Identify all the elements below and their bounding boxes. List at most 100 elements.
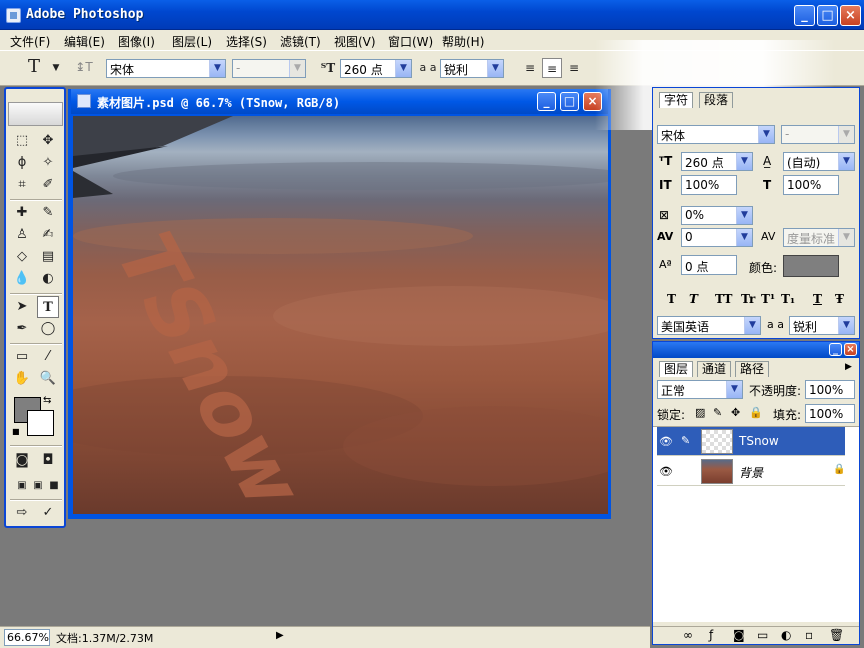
jump-to-imageready-icon[interactable]: ⇨	[11, 502, 33, 524]
char-font-family-select[interactable]: 宋体 ▼	[657, 125, 775, 144]
char-antialias-select[interactable]: 锐利 ▼	[789, 316, 855, 335]
char-size-select[interactable]: 260 点 ▼	[681, 152, 753, 171]
text-color-swatch[interactable]	[783, 255, 839, 277]
leading-select[interactable]: (自动) ▼	[783, 152, 855, 171]
dodge-tool-icon[interactable]: ◐	[37, 268, 59, 290]
menu-select[interactable]: 选择(S)	[226, 33, 267, 50]
tab-paths[interactable]: 路径	[735, 361, 770, 377]
orientation-toggle-icon[interactable]: ↨T	[74, 57, 94, 77]
hand-tool-icon[interactable]: ✋	[11, 368, 33, 390]
marquee-tool-icon[interactable]: ⬚	[11, 130, 33, 152]
lock-transparency-icon[interactable]: ▨	[695, 406, 705, 419]
lock-position-icon[interactable]: ✥	[731, 406, 740, 419]
layer-thumbnail[interactable]	[701, 459, 733, 484]
quick-mask-icon[interactable]: ◘	[37, 449, 59, 471]
add-style-icon[interactable]: ƒ	[709, 628, 713, 642]
maximize-button[interactable]: □	[817, 5, 838, 26]
minimize-button[interactable]: _	[794, 5, 815, 26]
type-tool-icon[interactable]: T	[37, 296, 59, 318]
eraser-tool-icon[interactable]: ◇	[11, 246, 33, 268]
char-font-style-select[interactable]: - ▼	[781, 125, 855, 144]
edit-in-imageready-icon[interactable]: ✓	[37, 502, 59, 524]
pen-tool-icon[interactable]: ✒	[11, 318, 33, 340]
feather-logo-icon[interactable]	[8, 102, 63, 126]
layer-thumbnail[interactable]	[701, 429, 733, 454]
language-select[interactable]: 美国英语 ▼	[657, 316, 761, 335]
preset-dropdown-arrow-icon[interactable]: ▼	[46, 58, 66, 78]
vertical-scale-field[interactable]: 100%	[681, 175, 737, 195]
tab-layers[interactable]: 图层	[659, 361, 694, 377]
doc-maximize-button[interactable]: □	[560, 92, 579, 111]
tab-channels[interactable]: 通道	[697, 361, 732, 377]
lock-all-icon[interactable]: 🔒	[749, 406, 763, 419]
link-layers-icon[interactable]: ∞	[683, 628, 693, 642]
font-family-select[interactable]: 宋体 ▼	[106, 59, 226, 78]
menu-window[interactable]: 窗口(W)	[388, 33, 433, 50]
default-colors-icon[interactable]: ■	[12, 427, 20, 436]
doc-minimize-button[interactable]: _	[537, 92, 556, 111]
subscript-button[interactable]: T₁	[781, 292, 795, 306]
tsume-select[interactable]: 0% ▼	[681, 206, 753, 225]
superscript-button[interactable]: T¹	[761, 292, 775, 306]
gradient-tool-icon[interactable]: ▤	[37, 246, 59, 268]
path-selection-icon[interactable]: ➤	[11, 296, 33, 318]
font-size-select[interactable]: 260 点 ▼	[340, 59, 412, 78]
strikethrough-button[interactable]: Ŧ	[835, 292, 844, 306]
crop-tool-icon[interactable]: ⌗	[11, 174, 33, 196]
document-title-bar[interactable]: 素材图片.psd @ 66.7% (TSnow, RGB/8) _ □ ×	[71, 89, 608, 114]
fill-field[interactable]: 100%	[805, 404, 855, 423]
document-icon[interactable]	[77, 94, 91, 108]
blend-mode-select[interactable]: 正常 ▼	[657, 380, 743, 399]
notes-tool-icon[interactable]: ▭	[11, 346, 33, 368]
align-center-icon[interactable]: ≡	[542, 58, 562, 78]
tab-paragraph[interactable]: 段落	[699, 92, 734, 108]
layer-row-background[interactable]: 👁 背景 🔒	[657, 457, 845, 486]
visibility-eye-icon[interactable]: 👁	[659, 465, 673, 478]
delete-layer-icon[interactable]: 🗑	[829, 628, 844, 642]
layer-name[interactable]: 背景	[739, 464, 763, 481]
doc-close-button[interactable]: ×	[583, 92, 602, 111]
add-mask-icon[interactable]: ◙	[733, 628, 745, 642]
faux-bold-button[interactable]: T	[667, 292, 676, 306]
clone-stamp-icon[interactable]: ♙	[11, 224, 33, 246]
eyedropper-icon[interactable]: ⁄	[37, 346, 59, 368]
swap-colors-icon[interactable]: ⇆	[43, 395, 51, 406]
adjustment-layer-icon[interactable]: ◐	[781, 628, 791, 642]
text-tool-preset-icon[interactable]: T	[24, 57, 44, 77]
menu-edit[interactable]: 编辑(E)	[64, 33, 105, 50]
magic-wand-icon[interactable]: ✧	[37, 152, 59, 174]
menu-layer[interactable]: 图层(L)	[172, 33, 212, 50]
horizontal-scale-field[interactable]: 100%	[783, 175, 839, 195]
brush-tool-icon[interactable]: ✎	[37, 202, 59, 224]
menu-file[interactable]: 文件(F)	[10, 33, 50, 50]
menu-help[interactable]: 帮助(H)	[442, 33, 484, 50]
move-tool-icon[interactable]: ✥	[37, 130, 59, 152]
layers-panel-minimize-button[interactable]: _	[829, 343, 842, 356]
shape-tool-icon[interactable]: ◯	[37, 318, 59, 340]
new-group-icon[interactable]: ▭	[757, 628, 768, 642]
all-caps-button[interactable]: TT	[715, 292, 732, 306]
align-right-icon[interactable]: ≡	[564, 58, 584, 78]
align-left-icon[interactable]: ≡	[520, 58, 540, 78]
lock-image-icon[interactable]: ✎	[713, 406, 722, 419]
layers-panel-close-button[interactable]: ×	[844, 343, 857, 356]
layers-menu-arrow-icon[interactable]: ▶	[845, 362, 852, 372]
new-layer-icon[interactable]: ▫	[805, 628, 813, 642]
background-color-swatch[interactable]	[27, 410, 54, 436]
small-caps-button[interactable]: Tr	[741, 292, 755, 306]
layer-row-tsnow[interactable]: 👁 ✎ TSnow	[657, 427, 845, 456]
visibility-eye-icon[interactable]: 👁	[659, 435, 673, 448]
kerning-select[interactable]: 0 ▼	[681, 228, 753, 247]
baseline-shift-field[interactable]: 0 点	[681, 255, 737, 275]
healing-brush-icon[interactable]: ✚	[11, 202, 33, 224]
underline-button[interactable]: T	[813, 292, 822, 306]
antialias-select[interactable]: 锐利 ▼	[440, 59, 504, 78]
history-brush-icon[interactable]: ✍	[37, 224, 59, 246]
photoshop-app-icon[interactable]	[6, 8, 21, 23]
font-style-select[interactable]: - ▼	[232, 59, 306, 78]
menu-image[interactable]: 图像(I)	[118, 33, 155, 50]
slice-tool-icon[interactable]: ✐	[37, 174, 59, 196]
screen-mode-full-icon[interactable]: ■	[43, 475, 65, 497]
tab-character[interactable]: 字符	[659, 92, 694, 108]
layer-name[interactable]: TSnow	[739, 434, 779, 448]
